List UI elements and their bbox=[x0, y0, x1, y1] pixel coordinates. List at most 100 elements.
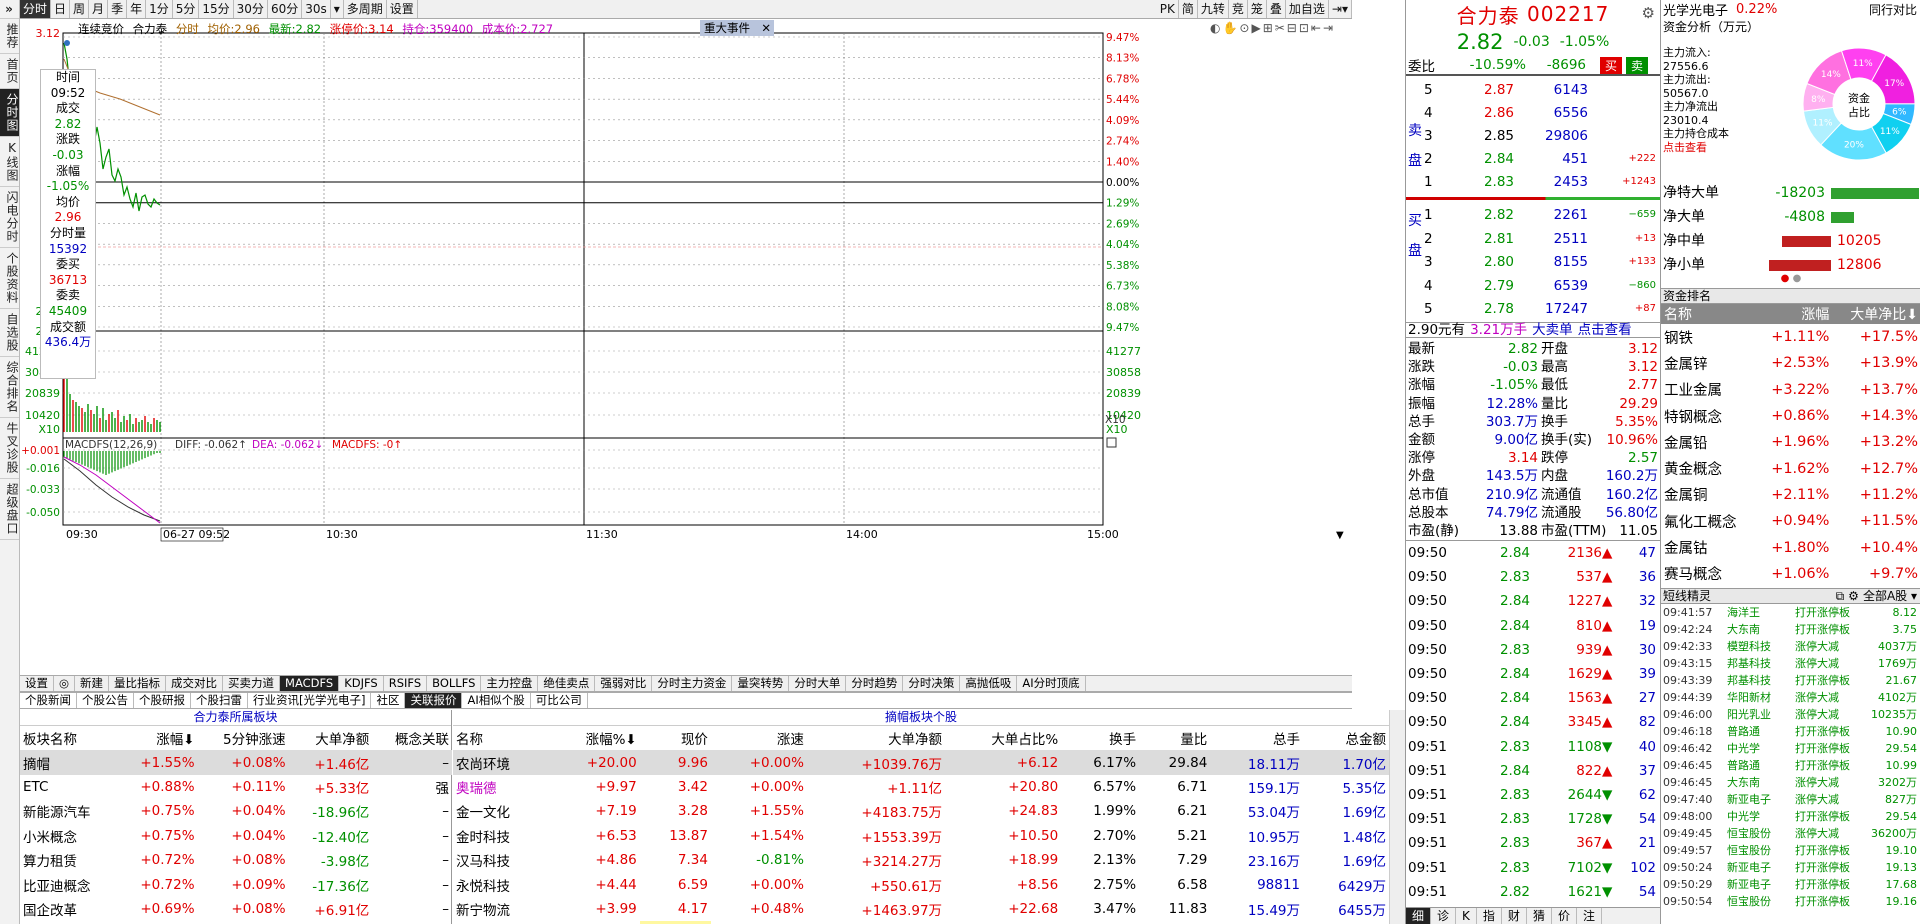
table-row[interactable]: 新宁物流 +3.99 4.17 +0.48% +1463.97万 +22.68 3.47% 1… bbox=[453, 897, 1389, 921]
table-row[interactable]: 金属锌 +2.53% +13.9% bbox=[1661, 350, 1920, 376]
gear-icon[interactable]: ⚙ bbox=[1848, 589, 1859, 603]
quote-tab[interactable]: 诊 bbox=[1431, 908, 1457, 924]
indicator-tab[interactable]: AI分时顶底 bbox=[1017, 676, 1086, 691]
period-tab[interactable]: 分时 bbox=[20, 0, 52, 18]
popout-icon[interactable]: ⧉ bbox=[1836, 589, 1845, 603]
short-line-row[interactable]: 09:46:18 普路通 打开涨停板 10.90 bbox=[1661, 723, 1920, 740]
short-line-row[interactable]: 09:47:40 新亚电子 涨停大减 827万 bbox=[1661, 791, 1920, 808]
table-row[interactable]: 特钢概念 +0.86% +14.3% bbox=[1661, 403, 1920, 429]
table-row[interactable]: 金属铅 +1.96% +13.2% bbox=[1661, 429, 1920, 455]
column-header[interactable]: 涨幅%⬇ bbox=[549, 726, 640, 750]
short-line-row[interactable]: 09:50:54 恒宝股份 打开涨停板 19.16 bbox=[1661, 893, 1920, 910]
sector-name[interactable]: 光学光电子 bbox=[1661, 0, 1728, 19]
short-filter[interactable]: 全部A股 ▾ bbox=[1863, 589, 1920, 603]
column-header[interactable]: 涨幅 bbox=[1755, 304, 1832, 324]
indicator-tab[interactable]: 量比指标 bbox=[109, 676, 167, 691]
table-row[interactable]: 国企改革 +0.69% +0.08% +6.91亿 – bbox=[20, 897, 452, 921]
indicator-tab[interactable]: 新建 bbox=[75, 676, 110, 691]
order-level-row[interactable]: 5 2.87 6143 bbox=[1424, 78, 1660, 102]
toolbar-right-button[interactable]: ⇥▾ bbox=[1329, 0, 1352, 18]
indicator-tab[interactable]: 分时趋势 bbox=[846, 676, 904, 691]
short-line-row[interactable]: 09:50:29 新亚电子 打开涨停板 17.68 bbox=[1661, 876, 1920, 893]
table-row[interactable]: 农尚环境 +20.00 9.96 +0.00% +1039.76万 +6.12 6.17% 2… bbox=[453, 750, 1389, 775]
period-tab[interactable]: 1分 bbox=[146, 0, 173, 18]
quote-tab[interactable]: 价 bbox=[1552, 908, 1577, 924]
short-line-row[interactable]: 09:41:57 海洋王 打开涨停板 8.12 bbox=[1661, 604, 1920, 621]
order-level-row[interactable]: 2 2.84 451 +222 bbox=[1424, 147, 1660, 171]
table-row[interactable]: 汉马科技 +4.86 7.34 -0.81% +3214.27万 +18.99 2.13% 7… bbox=[453, 848, 1389, 872]
news-tab[interactable]: 可比公司 bbox=[531, 693, 588, 708]
table-row[interactable]: 工业金属 +3.22% +13.7% bbox=[1661, 377, 1920, 403]
peers-link[interactable]: 同行对比 bbox=[1869, 1, 1920, 18]
toolbar-right-button[interactable]: PK bbox=[1157, 0, 1179, 18]
short-line-row[interactable]: 09:43:15 邦基科技 涨停大减 1769万 bbox=[1661, 655, 1920, 672]
table-row[interactable]: 金时科技 +6.53 13.87 +1.54% +1553.39万 +10.50 2.70%… bbox=[453, 824, 1389, 848]
period-tab[interactable]: 设置 bbox=[387, 0, 418, 18]
column-header[interactable]: 大单净额 bbox=[807, 726, 945, 750]
table-row[interactable]: 钢铁 +1.11% +17.5% bbox=[1661, 324, 1920, 350]
period-tab[interactable]: 5分 bbox=[173, 0, 200, 18]
order-level-row[interactable]: 1 2.82 2261 −659 bbox=[1424, 203, 1660, 227]
indicator-tab[interactable]: 高抛低吸 bbox=[960, 676, 1018, 691]
column-header[interactable]: 总手 bbox=[1210, 726, 1303, 750]
short-line-row[interactable]: 09:49:57 恒宝股份 打开涨停板 19.10 bbox=[1661, 842, 1920, 859]
rail-item[interactable]: K线图 bbox=[0, 137, 19, 187]
short-line-row[interactable]: 09:46:45 大东南 涨停大减 3202万 bbox=[1661, 774, 1920, 791]
buy-button[interactable]: 买 bbox=[1600, 56, 1623, 74]
column-header[interactable]: 量比 bbox=[1139, 726, 1210, 750]
indicator-tab[interactable]: 绝佳卖点 bbox=[538, 676, 596, 691]
short-line-row[interactable]: 09:42:33 模塑科技 涨停大减 4037万 bbox=[1661, 638, 1920, 655]
table-row[interactable]: 算力租赁 +0.72% +0.08% -3.98亿 – bbox=[20, 848, 452, 872]
indicator-tab[interactable]: KDJFS bbox=[339, 676, 384, 691]
gear-icon[interactable]: ⚙ bbox=[1642, 4, 1656, 22]
column-header[interactable]: 名称 bbox=[453, 726, 549, 750]
indicator-tab[interactable]: 强弱对比 bbox=[595, 676, 653, 691]
stock-table-scrollbar[interactable] bbox=[1389, 710, 1405, 924]
indicator-tab[interactable]: 成交对比 bbox=[166, 676, 224, 691]
column-header[interactable]: 涨幅⬇ bbox=[118, 726, 198, 750]
indicator-tab[interactable]: 分时大单 bbox=[789, 676, 847, 691]
period-tab[interactable]: 多周期 bbox=[344, 0, 387, 18]
short-line-row[interactable]: 09:50:24 新亚电子 打开涨停板 19.13 bbox=[1661, 859, 1920, 876]
page-dots[interactable]: ● ● bbox=[1661, 273, 1920, 284]
short-line-row[interactable]: 09:49:45 恒宝股份 涨停大减 36200万 bbox=[1661, 825, 1920, 842]
table-row[interactable]: ETC +0.88% +0.11% +5.33亿 强 bbox=[20, 775, 452, 799]
period-tab[interactable]: 季 bbox=[108, 0, 128, 18]
table-row[interactable]: 金属钴 +1.80% +10.4% bbox=[1661, 534, 1920, 560]
period-tab[interactable]: 30分 bbox=[234, 0, 268, 18]
period-tab[interactable]: 日 bbox=[51, 0, 71, 18]
indicator-tab[interactable]: 分时决策 bbox=[903, 676, 961, 691]
short-line-row[interactable]: 09:46:45 普路通 打开涨停板 10.99 bbox=[1661, 757, 1920, 774]
period-tab[interactable]: ▾ bbox=[331, 0, 344, 18]
table-row[interactable]: 奥瑞德 +9.97 3.42 +0.00% +1.11亿 +20.80 6.57% 6.71 1… bbox=[453, 775, 1389, 799]
order-level-row[interactable]: 3 2.85 29806 bbox=[1424, 124, 1660, 148]
indicator-tab[interactable]: 设置 bbox=[20, 676, 54, 691]
rail-item[interactable]: 个股资料 bbox=[0, 248, 19, 309]
short-line-row[interactable]: 09:48:00 中光学 打开涨停板 29.54 bbox=[1661, 808, 1920, 825]
column-header[interactable]: 换手 bbox=[1061, 726, 1139, 750]
quote-tab[interactable]: 指 bbox=[1477, 908, 1502, 924]
toolbar-right-button[interactable]: 加自选 bbox=[1286, 0, 1329, 18]
rail-item[interactable]: 分时图 bbox=[0, 89, 19, 137]
column-header[interactable]: 大单净额 bbox=[289, 726, 373, 750]
table-row[interactable]: 氟化工概念 +0.94% +11.5% bbox=[1661, 508, 1920, 534]
indicator-tab[interactable]: RSIFS bbox=[384, 676, 428, 691]
order-level-row[interactable]: 3 2.80 8155 +133 bbox=[1424, 250, 1660, 274]
order-level-row[interactable]: 2 2.81 2511 +13 bbox=[1424, 227, 1660, 251]
quote-tab[interactable]: 细 bbox=[1406, 908, 1432, 924]
indicator-tab[interactable]: ◎ bbox=[54, 676, 76, 691]
close-icon[interactable]: ✕ bbox=[761, 20, 774, 36]
news-tab[interactable]: AI相似个股 bbox=[462, 693, 531, 708]
table-row[interactable]: 新能源汽车 +0.75% +0.04% -18.96亿 – bbox=[20, 799, 452, 823]
order-level-row[interactable]: 5 2.78 17247 +87 bbox=[1424, 297, 1660, 321]
column-header[interactable]: 大单净比⬇ bbox=[1832, 304, 1920, 324]
short-line-row[interactable]: 09:42:24 大东南 打开涨停板 3.75 bbox=[1661, 621, 1920, 638]
intraday-chart[interactable]: 9.47% 8.13% 6.78% 5.44% 4.09% 2.74% 1.40% 0.00%… bbox=[20, 19, 1352, 675]
news-tab[interactable]: 关联报价 bbox=[405, 693, 463, 708]
toolbar-right-button[interactable]: 九转 bbox=[1198, 0, 1229, 18]
period-tab[interactable]: 60分 bbox=[268, 0, 303, 18]
indicator-tab[interactable]: 买卖力道 bbox=[223, 676, 281, 691]
table-row[interactable]: 赛马概念 +1.06% +9.7% bbox=[1661, 561, 1920, 587]
rail-item[interactable]: 超级盘口 bbox=[0, 479, 19, 540]
period-tab[interactable]: 周 bbox=[70, 0, 90, 18]
